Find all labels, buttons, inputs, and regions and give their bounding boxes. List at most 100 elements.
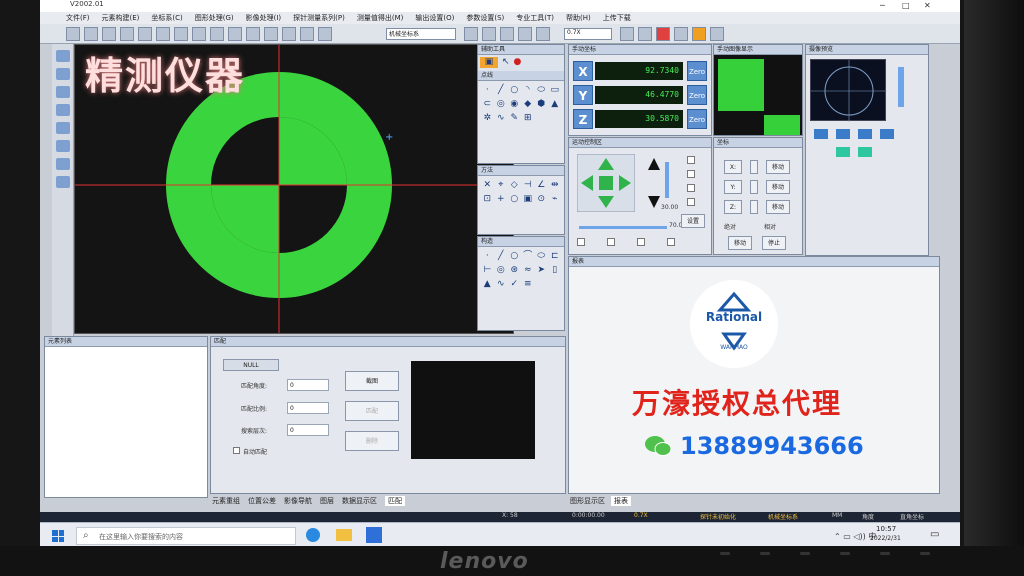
record-icon[interactable]: ● [514, 57, 522, 68]
x-axis-button[interactable]: X [573, 61, 593, 81]
box-icon[interactable]: ⊡ [482, 194, 493, 205]
coord-x-field[interactable] [750, 160, 758, 174]
joy-check-7[interactable] [637, 238, 645, 246]
rotate-icon[interactable] [500, 27, 514, 41]
match-count-input[interactable]: 0 [287, 424, 329, 436]
c-arc-icon[interactable]: ⌒ [523, 251, 534, 262]
coord-z-field[interactable] [750, 200, 758, 214]
menu-output[interactable]: 输出设置(O) [415, 13, 454, 23]
c-ellipse-icon[interactable]: ⬭ [536, 251, 547, 262]
rel-radio[interactable]: 相对 [764, 222, 776, 231]
menu-coord[interactable]: 坐标系(C) [151, 13, 182, 23]
triangle-icon[interactable]: ▲ [550, 99, 561, 110]
tool-b-icon[interactable] [638, 27, 652, 41]
node-icon[interactable]: ◇ [509, 180, 520, 191]
o-icon[interactable]: ○ [509, 194, 520, 205]
focus-icon[interactable] [55, 86, 70, 98]
auto-match-checkbox[interactable] [233, 447, 240, 454]
notification-icon[interactable]: ▭ [930, 529, 939, 540]
circle-icon[interactable]: ○ [509, 85, 520, 96]
menu-graphic[interactable]: 图形处理(G) [195, 13, 234, 23]
frame-icon[interactable]: ▣ [523, 194, 534, 205]
menu-params[interactable]: 参数设置(S) [466, 13, 504, 23]
pen-icon[interactable]: ✎ [509, 113, 520, 124]
edge-icon[interactable] [55, 122, 70, 134]
tab-report[interactable]: 报表 [611, 496, 631, 506]
save-icon[interactable] [102, 27, 116, 41]
ring-icon[interactable]: ◎ [496, 99, 507, 110]
monitor-button-3[interactable] [800, 552, 810, 555]
joy-check-2[interactable] [687, 170, 695, 178]
tab-position-tol[interactable]: 位置公差 [248, 496, 276, 506]
c-wave-icon[interactable]: ≈ [523, 265, 534, 276]
capture-button[interactable]: 截图 [345, 371, 399, 391]
grid-icon[interactable] [264, 27, 278, 41]
c-doc-icon[interactable]: ▯ [550, 265, 561, 276]
go-button[interactable]: 移动 [728, 236, 752, 250]
coord-z-move[interactable]: 移动 [766, 200, 790, 214]
target-icon[interactable]: ⌖ [496, 180, 507, 191]
maximize-button[interactable]: □ [902, 1, 910, 10]
dim-icon[interactable]: ⇹ [550, 180, 561, 191]
new-icon[interactable] [66, 27, 80, 41]
joy-check-1[interactable] [687, 156, 695, 164]
tab-data-display[interactable]: 数据显示区 [342, 496, 377, 506]
c-line-icon[interactable]: ╱ [496, 251, 507, 262]
mini-btn-2[interactable] [836, 129, 850, 139]
c-point-icon[interactable]: · [482, 251, 493, 262]
c-circle-icon[interactable]: ○ [509, 251, 520, 262]
undo-icon[interactable] [192, 27, 206, 41]
y-axis-button[interactable]: Y [573, 85, 593, 105]
angle-icon[interactable]: ∠ [536, 180, 547, 191]
capture-icon[interactable] [55, 176, 70, 188]
joy-check-4[interactable] [687, 198, 695, 206]
coord-system-select[interactable]: 机械坐标系 [386, 28, 456, 40]
camera-view[interactable]: + 精测仪器 [74, 44, 514, 334]
menu-probe[interactable]: 探针测量系列(P) [293, 13, 345, 23]
z-jog[interactable] [647, 156, 661, 210]
edge-browser-icon[interactable] [306, 528, 320, 542]
app-icon[interactable] [366, 527, 382, 543]
match-scale-input[interactable]: 0 [287, 402, 329, 414]
c-blob-icon[interactable]: ⊛ [509, 265, 520, 276]
delete-button[interactable]: 删除 [345, 431, 399, 451]
zoom-in-icon[interactable] [228, 27, 242, 41]
c-arrow-icon[interactable]: ➤ [536, 265, 547, 276]
curve-icon[interactable]: ∿ [496, 113, 507, 124]
wand-icon[interactable]: ⌁ [550, 194, 561, 205]
camera-icon[interactable] [300, 27, 314, 41]
select-icon[interactable] [55, 50, 70, 62]
jog-dpad[interactable] [577, 154, 635, 212]
menu-image[interactable]: 影像处理(I) [246, 13, 282, 23]
pan-icon[interactable] [55, 68, 70, 80]
mini-btn-3[interactable] [858, 129, 872, 139]
c-slot-icon[interactable]: ⊏ [550, 251, 561, 262]
c-ring-icon[interactable]: ◎ [496, 265, 507, 276]
c-list-icon[interactable]: ≡ [523, 279, 534, 290]
coord-x-move[interactable]: 移动 [766, 160, 790, 174]
zoom-out-icon[interactable] [246, 27, 260, 41]
mini-zoom-slider[interactable] [898, 67, 904, 107]
x-zero-button[interactable]: Zero [687, 61, 707, 81]
coord-y-move[interactable]: 移动 [766, 180, 790, 194]
tab-layers[interactable]: 图层 [320, 496, 334, 506]
grid-tool-icon[interactable]: ⊞ [523, 113, 534, 124]
tab-match[interactable]: 匹配 [385, 496, 405, 506]
branch-icon[interactable]: ⊣ [523, 180, 534, 191]
close-button[interactable]: ✕ [924, 1, 931, 10]
cursor-icon[interactable]: ↖ [502, 57, 510, 68]
mini-camera-view[interactable] [810, 59, 887, 122]
menu-element[interactable]: 元素构建(E) [102, 13, 140, 23]
ellipse-icon[interactable]: ⬭ [536, 85, 547, 96]
tab-graphics[interactable]: 图形显示区 [570, 496, 605, 506]
menu-measure[interactable]: 测量值得出(M) [357, 13, 404, 23]
probe-icon[interactable] [318, 27, 332, 41]
tab-element-reorg[interactable]: 元素重组 [212, 496, 240, 506]
stop-icon[interactable] [656, 27, 670, 41]
y-zero-button[interactable]: Zero [687, 85, 707, 105]
tool-c-icon[interactable] [674, 27, 688, 41]
cross-icon[interactable]: ✕ [482, 180, 493, 191]
z-axis-button[interactable]: Z [573, 109, 593, 129]
open-icon[interactable] [84, 27, 98, 41]
print-icon[interactable] [120, 27, 134, 41]
